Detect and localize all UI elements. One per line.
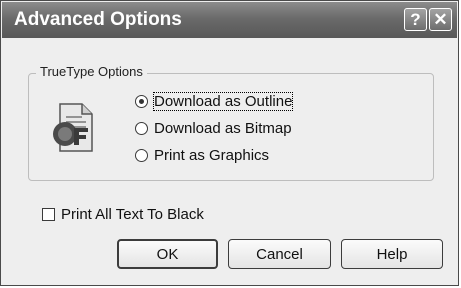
print-all-black-label: Print All Text To Black	[61, 205, 204, 223]
truetype-options-label: TrueType Options	[36, 64, 147, 79]
close-icon[interactable]: ✕	[429, 8, 452, 31]
radio-print-graphics[interactable]: Print as Graphics	[135, 146, 269, 164]
help-button[interactable]: Help	[341, 239, 443, 269]
print-all-black-checkbox[interactable]	[42, 207, 55, 221]
radio-label: Download as Bitmap	[154, 119, 292, 137]
radio-button[interactable]	[135, 94, 148, 108]
ok-button[interactable]: OK	[117, 239, 218, 269]
radio-label: Download as Outline	[152, 91, 294, 111]
radio-button[interactable]	[135, 121, 148, 135]
truetype-document-icon	[53, 103, 93, 152]
print-all-black-checkbox-row[interactable]: Print All Text To Black	[42, 205, 204, 223]
radio-download-bitmap[interactable]: Download as Bitmap	[135, 119, 292, 137]
radio-label: Print as Graphics	[154, 146, 270, 164]
dialog-title: Advanced Options	[14, 9, 182, 30]
radio-selected-dot	[139, 98, 144, 104]
help-icon[interactable]: ?	[404, 8, 427, 31]
radio-download-outline[interactable]: Download as Outline	[135, 91, 294, 111]
radio-button[interactable]	[135, 148, 148, 162]
cancel-button[interactable]: Cancel	[228, 239, 331, 269]
title-bar[interactable]: Advanced Options ? ✕	[2, 2, 457, 38]
